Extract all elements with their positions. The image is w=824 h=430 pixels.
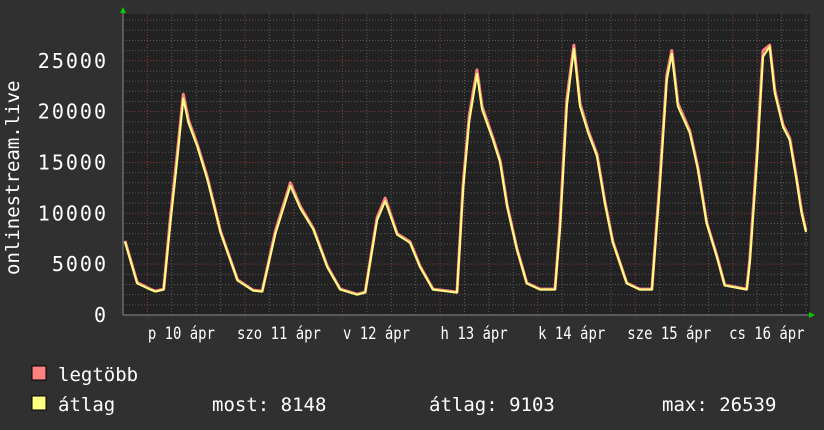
stat-max: max: 26539 (662, 394, 776, 416)
x-tick-label: sze 15 ápr (627, 324, 711, 344)
legend-swatch-max (31, 365, 47, 381)
y-tick-label: 25000 (38, 49, 108, 73)
chart-svg: 0 5000 10000 15000 20000 25000 p 10 ápr szo 11… (2, 7, 815, 416)
x-tick-label: h 13 ápr (441, 324, 508, 344)
x-tick-label: v 12 ápr (343, 324, 410, 344)
legend: legtöbb átlag most: 8148 átlag: 9103 max… (31, 364, 776, 416)
x-axis-arrow-icon (809, 312, 815, 318)
stat-avg: átlag: 9103 (429, 394, 555, 416)
x-axis-labels: p 10 ápr szo 11 ápr v 12 ápr h 13 ápr k 14 á… (148, 324, 805, 344)
y-tick-label: 0 (94, 303, 108, 327)
y-axis-arrow-icon (120, 7, 126, 13)
x-tick-label: szo 11 ápr (237, 324, 321, 344)
y-tick-label: 10000 (38, 201, 108, 225)
legend-label-max: legtöbb (58, 364, 138, 386)
legend-swatch-avg (31, 395, 47, 411)
x-tick-label: k 14 ápr (538, 324, 605, 344)
y-tick-label: 20000 (38, 100, 108, 124)
y-axis-title: onlinestream.live (2, 81, 24, 275)
legend-label-avg: átlag (58, 394, 115, 416)
stat-now: most: 8148 (212, 394, 326, 416)
plot-area (123, 14, 810, 315)
y-tick-label: 15000 (38, 150, 108, 174)
y-axis-labels: 0 5000 10000 15000 20000 25000 (38, 49, 108, 327)
rrd-graph: 0 5000 10000 15000 20000 25000 p 10 ápr szo 11… (0, 0, 824, 430)
x-tick-label: p 10 ápr (148, 324, 215, 344)
x-tick-label: cs 16 ápr (729, 324, 804, 344)
y-tick-label: 5000 (52, 252, 108, 276)
